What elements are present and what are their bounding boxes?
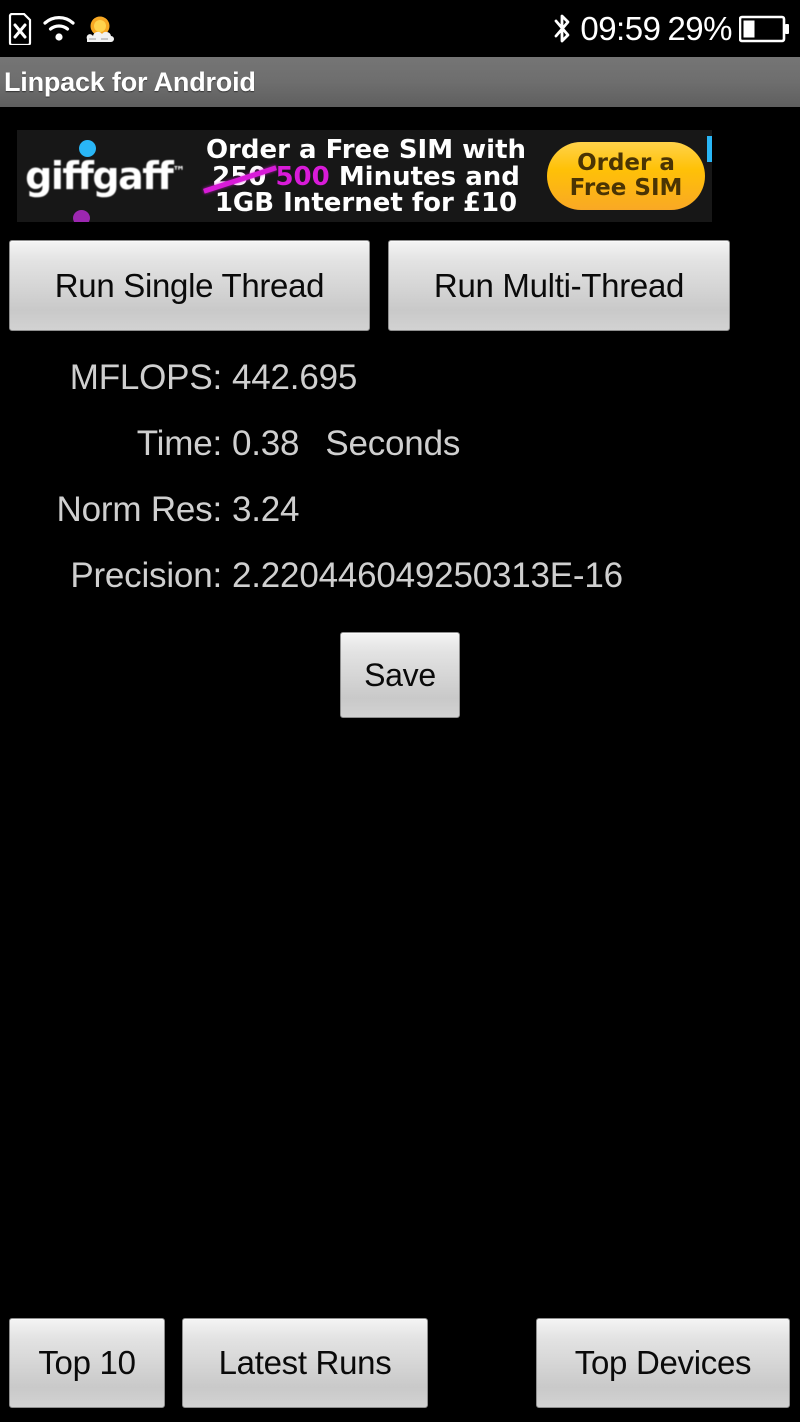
time-label: Time:: [136, 424, 222, 463]
weather-icon: [84, 14, 114, 44]
ad-cta-line-1: Order a: [577, 150, 675, 177]
app-screen: 09:59 29% Linpack for Android giffgaff™ …: [0, 0, 800, 1422]
ad-edge-accent: [707, 136, 712, 162]
ad-dot-purple-icon: [73, 210, 90, 222]
norm-res-value: 3.24: [232, 490, 300, 529]
ad-cta-container[interactable]: Order a Free SIM: [540, 130, 712, 222]
sdcard-missing-icon: [8, 12, 34, 45]
benchmark-results: MFLOPS: 442.695 Time: 0.38 Seconds Norm …: [0, 358, 720, 622]
battery-percent-label: 29%: [667, 10, 732, 47]
top-10-button[interactable]: Top 10: [9, 1318, 165, 1408]
precision-label: Precision:: [70, 556, 222, 595]
ad-line-1: Order a Free SIM with: [205, 135, 527, 166]
time-value: 0.38: [232, 424, 300, 463]
run-single-thread-button[interactable]: Run Single Thread: [9, 240, 370, 331]
ad-new-minutes: 500: [275, 161, 330, 192]
result-row-norm-res: Norm Res: 3.24: [0, 490, 720, 556]
ad-cta-line-2: Free SIM: [569, 175, 683, 201]
norm-res-label: Norm Res:: [56, 490, 223, 529]
latest-runs-button[interactable]: Latest Runs: [182, 1318, 428, 1408]
status-bar-left-icons: [0, 12, 114, 45]
ad-line-3: 1GB Internet for £10: [214, 188, 518, 219]
ad-order-free-sim-button[interactable]: Order a Free SIM: [547, 142, 705, 210]
ad-old-minutes: 250: [212, 161, 267, 192]
bluetooth-icon: [551, 12, 573, 45]
wifi-icon: [43, 15, 75, 42]
ad-brand-name: giffgaff: [25, 154, 174, 198]
battery-icon: [739, 15, 789, 43]
status-bar: 09:59 29%: [0, 0, 800, 57]
advertisement-banner[interactable]: giffgaff™ Order a Free SIM with 250 500 …: [17, 130, 712, 222]
result-row-mflops: MFLOPS: 442.695: [0, 358, 720, 424]
run-multi-thread-button[interactable]: Run Multi-Thread: [388, 240, 730, 331]
ad-trademark-symbol: ™: [172, 164, 185, 180]
result-row-precision: Precision: 2.220446049250313E-16: [0, 556, 720, 622]
status-bar-right-group: 09:59 29%: [551, 12, 800, 45]
app-title-bar: Linpack for Android: [0, 57, 800, 107]
ad-line-2-rest: Minutes and: [338, 161, 520, 192]
status-bar-clock: 09:59: [580, 10, 661, 47]
time-unit: Seconds: [325, 424, 461, 463]
ad-line-2: 250 500 Minutes and: [192, 161, 540, 192]
page-title: Linpack for Android: [4, 66, 256, 97]
ad-copy-text: Order a Free SIM with 250 500 Minutes an…: [192, 135, 540, 217]
ad-brand-logo: giffgaff™: [17, 130, 192, 222]
mflops-value: 442.695: [232, 358, 358, 397]
mflops-label: MFLOPS:: [69, 358, 222, 397]
save-button[interactable]: Save: [340, 632, 460, 718]
result-row-time: Time: 0.38 Seconds: [0, 424, 720, 490]
precision-value: 2.220446049250313E-16: [232, 556, 623, 595]
top-devices-button[interactable]: Top Devices: [536, 1318, 790, 1408]
